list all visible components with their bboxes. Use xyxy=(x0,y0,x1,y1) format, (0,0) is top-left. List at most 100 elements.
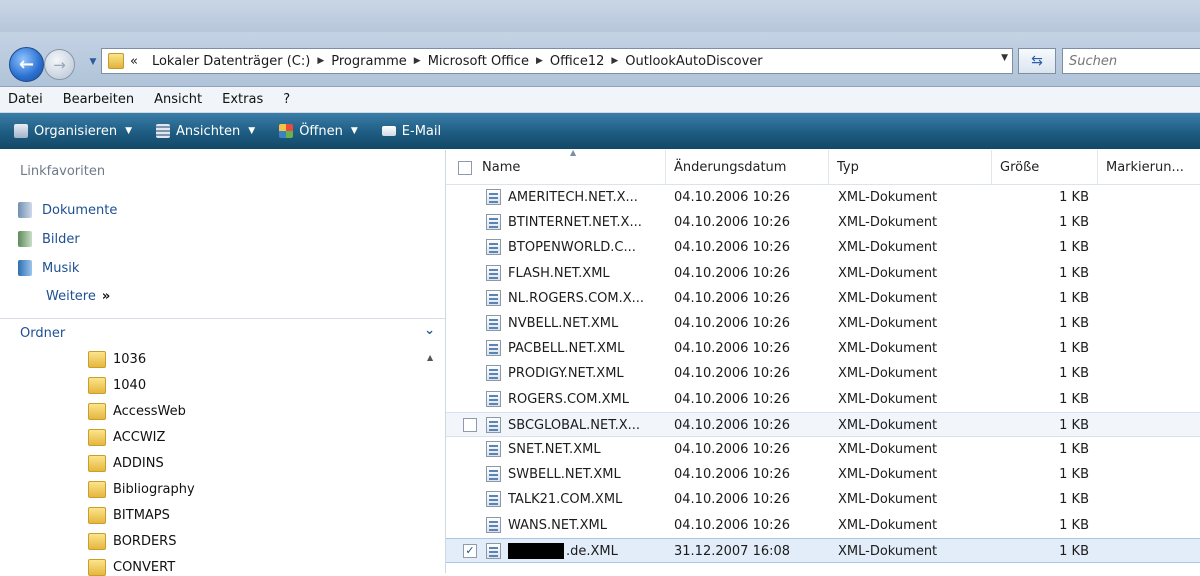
address-dropdown-icon[interactable]: ▼ xyxy=(1001,53,1008,63)
open-icon xyxy=(279,124,294,138)
file-date: 31.12.2007 16:08 xyxy=(674,543,791,559)
column-size[interactable]: Größe xyxy=(992,150,1098,184)
file-name[interactable]: SBCGLOBAL.NET.X... xyxy=(508,413,663,438)
menu-datei[interactable]: Datei xyxy=(8,92,43,107)
search-box[interactable] xyxy=(1062,48,1200,74)
folder-label: 1040 xyxy=(113,378,147,393)
file-name[interactable]: WANS.NET.XML xyxy=(508,513,663,538)
table-row[interactable]: NVBELL.NET.XML 04.10.2006 10:26 XML-Dokume… xyxy=(446,311,1200,336)
file-name[interactable]: NVBELL.NET.XML xyxy=(508,311,663,336)
table-row[interactable]: BTOPENWORLD.C... 04.10.2006 10:26 XML-Doku… xyxy=(446,235,1200,260)
tree-folder[interactable]: ADDINS xyxy=(88,455,164,472)
file-size: 1 KB xyxy=(1059,467,1089,483)
table-row[interactable]: PACBELL.NET.XML 04.10.2006 10:26 XML-Dokum… xyxy=(446,336,1200,361)
chevron-right-icon[interactable]: ▶ xyxy=(414,56,421,66)
table-row[interactable]: SNET.NET.XML 04.10.2006 10:26 XML-Dokument… xyxy=(446,437,1200,462)
xml-file-icon xyxy=(486,365,501,382)
chevron-right-icon[interactable]: ▶ xyxy=(536,56,543,66)
file-list: Name ▲ Änderungsdatum Typ Größe Markieru… xyxy=(446,148,1200,573)
folders-header[interactable]: Ordner ⌄ xyxy=(0,318,445,347)
file-name[interactable]: NL.ROGERS.COM.X... xyxy=(508,286,663,311)
table-row[interactable]: TALK21.COM.XML 04.10.2006 10:26 XML-Dokume… xyxy=(446,487,1200,512)
xml-file-icon xyxy=(486,214,501,231)
views-button[interactable]: Ansichten ▼ xyxy=(156,124,255,139)
column-date[interactable]: Änderungsdatum xyxy=(666,150,829,184)
favorite-dokumente[interactable]: Dokumente xyxy=(18,202,117,218)
menu-help[interactable]: ? xyxy=(283,92,290,107)
file-type: XML-Dokument xyxy=(838,190,938,205)
file-name[interactable]: AMERITECH.NET.X... xyxy=(508,185,663,210)
file-size: 1 KB xyxy=(1059,341,1089,357)
file-name[interactable]: SNET.NET.XML xyxy=(508,437,663,462)
recent-pages-dropdown[interactable]: ▼ xyxy=(86,52,100,72)
crumb-microsoft-office[interactable]: Microsoft Office xyxy=(428,54,529,69)
menu-ansicht[interactable]: Ansicht xyxy=(154,92,202,107)
table-row[interactable]: BTINTERNET.NET.X... 04.10.2006 10:26 XML-D… xyxy=(446,210,1200,235)
folder-icon xyxy=(88,481,106,498)
folder-icon xyxy=(88,429,106,446)
table-row[interactable]: ✓ .de.XML 31.12.2007 16:08 XML-Dokument 1 KB xyxy=(446,537,1200,564)
column-name[interactable]: Name ▲ xyxy=(474,148,666,184)
file-name[interactable]: BTOPENWORLD.C... xyxy=(508,235,663,260)
tree-folder[interactable]: AccessWeb xyxy=(88,403,186,420)
forward-button[interactable]: → xyxy=(44,49,75,80)
table-row[interactable]: SWBELL.NET.XML 04.10.2006 10:26 XML-Dokume… xyxy=(446,462,1200,487)
file-name[interactable]: PACBELL.NET.XML xyxy=(508,336,663,361)
table-row[interactable]: FLASH.NET.XML 04.10.2006 10:26 XML-Dokumen… xyxy=(446,261,1200,286)
redacted-block xyxy=(508,543,564,560)
file-name[interactable]: ROGERS.COM.XML xyxy=(508,387,663,412)
menu-bearbeiten[interactable]: Bearbeiten xyxy=(63,92,134,107)
file-name[interactable]: SWBELL.NET.XML xyxy=(508,462,663,487)
tree-folder[interactable]: 1040 xyxy=(88,377,146,394)
refresh-button[interactable]: ⇆ xyxy=(1018,48,1056,74)
column-type-label: Typ xyxy=(837,159,859,175)
column-type[interactable]: Typ xyxy=(829,150,992,184)
tree-folder[interactable]: CONVERT xyxy=(88,559,175,576)
chevron-right-icon[interactable]: ▶ xyxy=(611,56,618,66)
crumb-office12[interactable]: Office12 xyxy=(550,54,605,69)
tree-folder[interactable]: 1036 xyxy=(88,351,146,368)
row-checkbox[interactable] xyxy=(463,417,477,432)
crumb-outlookautodiscover[interactable]: OutlookAutoDiscover xyxy=(625,54,762,69)
tree-folder[interactable]: ACCWIZ xyxy=(88,429,165,446)
table-row[interactable]: SBCGLOBAL.NET.X... 04.10.2006 10:26 XML-Do… xyxy=(446,411,1200,438)
file-type: XML-Dokument xyxy=(838,442,938,457)
crumb-programme[interactable]: Programme xyxy=(331,54,407,69)
back-button[interactable]: ← xyxy=(9,47,44,82)
organize-button[interactable]: Organisieren ▼ xyxy=(14,124,132,139)
file-name[interactable]: TALK21.COM.XML xyxy=(508,487,663,512)
search-input[interactable] xyxy=(1063,52,1200,70)
favorite-bilder[interactable]: Bilder xyxy=(18,231,80,247)
file-type: XML-Dokument xyxy=(838,492,938,508)
music-icon xyxy=(18,260,32,276)
file-size: 1 KB xyxy=(1059,190,1089,205)
table-row[interactable]: WANS.NET.XML 04.10.2006 10:26 XML-Dokument… xyxy=(446,513,1200,538)
breadcrumb-overflow[interactable]: « xyxy=(130,54,138,69)
file-name[interactable]: PRODIGY.NET.XML xyxy=(508,361,663,386)
tree-folder[interactable]: BITMAPS xyxy=(88,507,170,524)
file-type: XML-Dokument xyxy=(838,215,938,231)
tree-folder[interactable]: Bibliography xyxy=(88,481,195,498)
address-bar[interactable]: « Lokaler Datenträger (C:) ▶ Programme ▶… xyxy=(101,48,1013,74)
column-tags[interactable]: Markierun... xyxy=(1098,150,1200,184)
table-row[interactable]: PRODIGY.NET.XML 04.10.2006 10:26 XML-Dokum… xyxy=(446,361,1200,386)
table-row[interactable]: NL.ROGERS.COM.X... 04.10.2006 10:26 XML-Do… xyxy=(446,286,1200,311)
row-checkbox[interactable]: ✓ xyxy=(463,543,477,558)
menu-extras[interactable]: Extras xyxy=(222,92,263,107)
column-name-label: Name xyxy=(482,159,521,175)
chevron-right-icon[interactable]: ▶ xyxy=(317,56,324,66)
crumb-drive[interactable]: Lokaler Datenträger (C:) xyxy=(152,54,310,69)
chevron-down-icon[interactable]: ⌄ xyxy=(424,323,435,338)
file-date: 04.10.2006 10:26 xyxy=(674,492,791,508)
table-row[interactable]: AMERITECH.NET.X... 04.10.2006 10:26 XML-Do… xyxy=(446,185,1200,210)
file-name[interactable]: BTINTERNET.NET.X... xyxy=(508,210,663,235)
favorite-musik[interactable]: Musik xyxy=(18,260,79,276)
file-name[interactable]: .de.XML xyxy=(508,539,663,564)
tree-folder[interactable]: BORDERS xyxy=(88,533,176,550)
select-all-checkbox[interactable] xyxy=(458,161,472,175)
open-button[interactable]: Öffnen ▼ xyxy=(279,124,358,139)
table-row[interactable]: ROGERS.COM.XML 04.10.2006 10:26 XML-Dokume… xyxy=(446,387,1200,412)
more-favorites-link[interactable]: Weitere » xyxy=(46,289,110,304)
email-button[interactable]: E-Mail xyxy=(381,124,441,139)
file-name[interactable]: FLASH.NET.XML xyxy=(508,261,663,286)
